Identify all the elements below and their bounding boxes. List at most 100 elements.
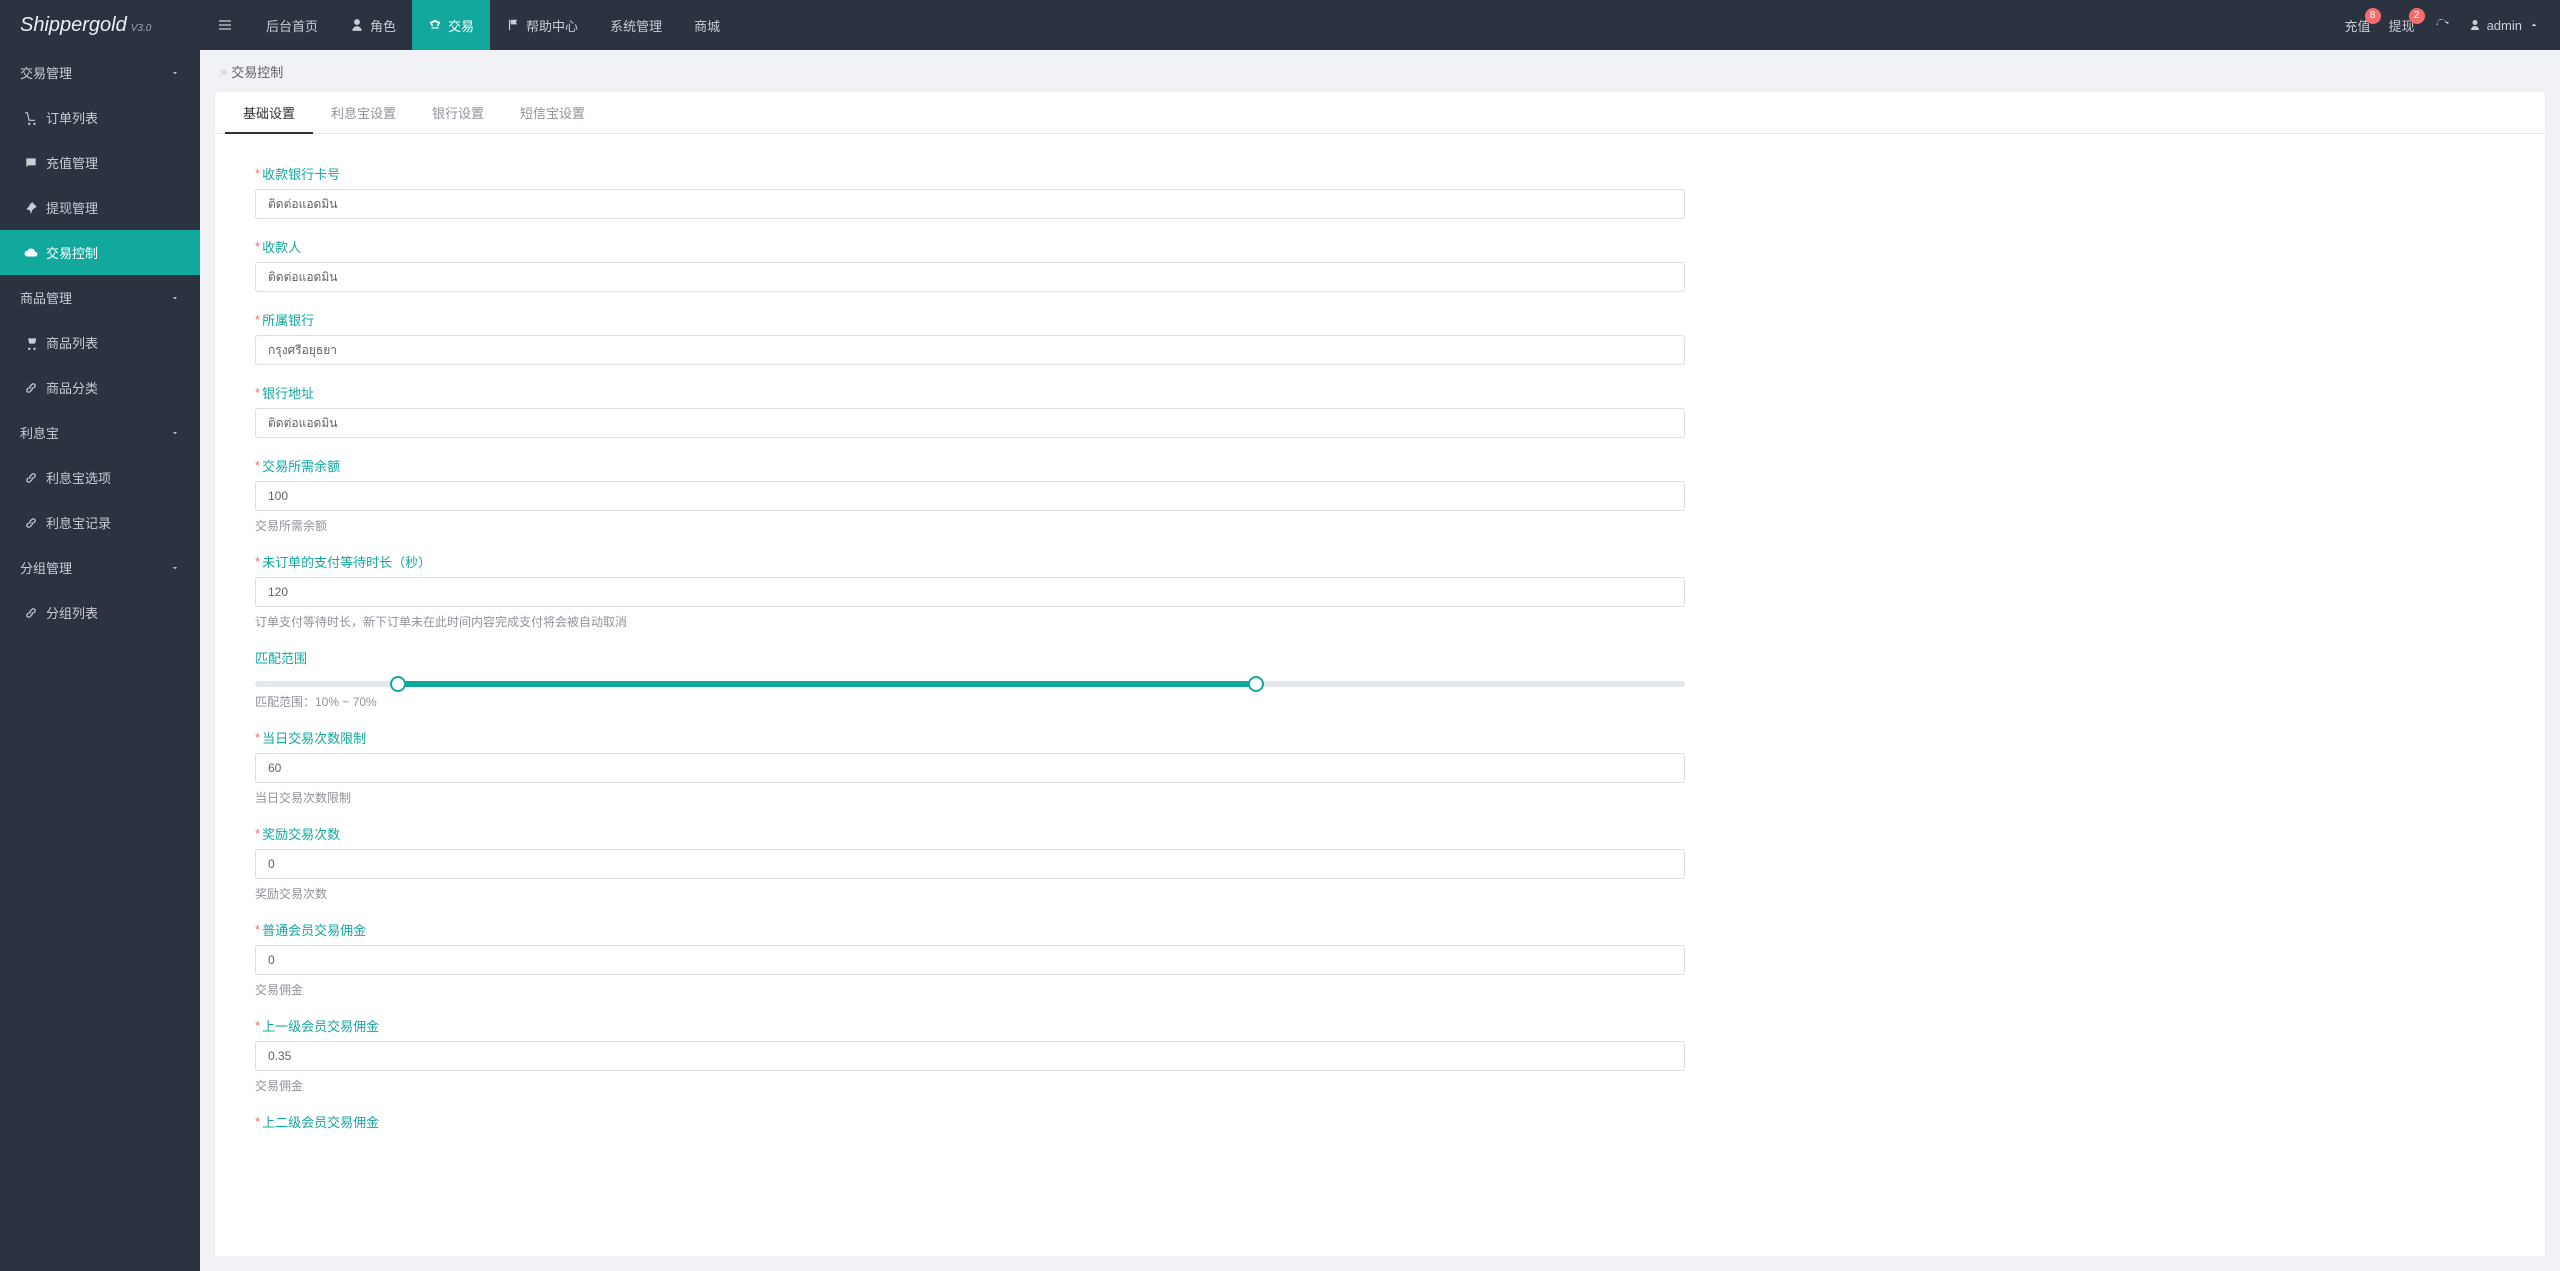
top-menu-system[interactable]: 系统管理 <box>594 0 678 50</box>
chevron-down-icon <box>170 68 180 78</box>
field-min-balance: *交易所需余额 交易所需余额 <box>255 456 1685 534</box>
field-tip: 匹配范围：10% ~ 70% <box>255 693 1685 710</box>
form-scroll[interactable]: *收款银行卡号 *收款人 *所属银行 *银行地址 *交易所需余额 交易所需余额 <box>215 134 2545 1256</box>
chevron-down-icon <box>170 563 180 573</box>
slider-bar <box>398 681 1256 687</box>
sidebar-group-interest: 利息宝 利息宝选项 利息宝记录 <box>0 410 200 545</box>
field-wait-sec: *未订单的支付等待时长（秒） 订单支付等待时长，新下订单未在此时间内容完成支付将… <box>255 552 1685 630</box>
field-day-limit: *当日交易次数限制 当日交易次数限制 <box>255 728 1685 806</box>
content-card: 基础设置 利息宝设置 银行设置 短信宝设置 *收款银行卡号 *收款人 *所属银行… <box>214 91 2546 1257</box>
cart-icon <box>24 111 38 125</box>
bank-input[interactable] <box>255 335 1685 365</box>
tab-sms[interactable]: 短信宝设置 <box>502 92 603 133</box>
bank-card-input[interactable] <box>255 189 1685 219</box>
payee-input[interactable] <box>255 262 1685 292</box>
nav-withdraw-badge: 2 <box>2409 8 2425 24</box>
field-label: *未订单的支付等待时长（秒） <box>255 552 1685 571</box>
nav-refresh-button[interactable] <box>2433 16 2451 34</box>
sidebar-item-orders[interactable]: 订单列表 <box>0 95 200 140</box>
menu-fold-icon <box>217 17 233 33</box>
sidebar-item-interest-records[interactable]: 利息宝记录 <box>0 500 200 545</box>
sidebar-item-label: 商品分类 <box>46 378 98 397</box>
sidebar-group-title[interactable]: 分组管理 <box>0 545 200 590</box>
field-bonus-cnt: *奖励交易次数 奖励交易次数 <box>255 824 1685 902</box>
field-label: 匹配范围 <box>255 648 1685 667</box>
field-tip: 订单支付等待时长，新下订单未在此时间内容完成支付将会被自动取消 <box>255 613 1685 630</box>
slider-handle-max[interactable] <box>1248 676 1264 692</box>
field-payee: *收款人 <box>255 237 1685 292</box>
refresh-icon <box>2434 17 2450 33</box>
field-tip: 奖励交易次数 <box>255 885 1685 902</box>
field-label: *所属银行 <box>255 310 1685 329</box>
link-icon <box>24 471 38 485</box>
sidebar-item-label: 订单列表 <box>46 108 98 127</box>
bank-addr-input[interactable] <box>255 408 1685 438</box>
flag-icon <box>506 18 520 32</box>
min-balance-input[interactable] <box>255 481 1685 511</box>
sidebar-group-title[interactable]: 交易管理 <box>0 50 200 95</box>
sidebar-item-label: 利息宝选项 <box>46 468 111 487</box>
sidebar-item-trade-control[interactable]: 交易控制 <box>0 230 200 275</box>
tab-interest[interactable]: 利息宝设置 <box>313 92 414 133</box>
top-menu-role[interactable]: 角色 <box>334 0 412 50</box>
nav-withdraw-link[interactable]: 提现 2 <box>2389 16 2415 35</box>
normal-commission-input[interactable] <box>255 945 1685 975</box>
top-menu-home[interactable]: 后台首页 <box>250 0 334 50</box>
field-bank-addr: *银行地址 <box>255 383 1685 438</box>
sidebar-toggle-button[interactable] <box>200 0 250 50</box>
sidebar-item-label: 分组列表 <box>46 603 98 622</box>
lv1-commission-input[interactable] <box>255 1041 1685 1071</box>
sidebar-group-trade: 交易管理 订单列表 充值管理 提现管理 交易控制 <box>0 50 200 275</box>
sidebar-group-label: 利息宝 <box>20 423 59 442</box>
sidebar-item-group-list[interactable]: 分组列表 <box>0 590 200 635</box>
tab-label: 基础设置 <box>243 103 295 122</box>
field-label: *当日交易次数限制 <box>255 728 1685 747</box>
pin-icon <box>24 201 38 215</box>
user-icon <box>350 18 364 32</box>
field-tip: 交易佣金 <box>255 1077 1685 1094</box>
field-tip: 交易所需余额 <box>255 517 1685 534</box>
cart-icon <box>24 336 38 350</box>
top-menu-mall[interactable]: 商城 <box>678 0 736 50</box>
chat-icon <box>24 156 38 170</box>
chevron-down-icon <box>2528 19 2540 31</box>
sidebar-group-title[interactable]: 利息宝 <box>0 410 200 455</box>
link-icon <box>24 606 38 620</box>
nav-recharge-link[interactable]: 充值 8 <box>2345 16 2371 35</box>
sidebar-group-title[interactable]: 商品管理 <box>0 275 200 320</box>
top-menu-label: 后台首页 <box>266 16 318 35</box>
nav-user-name: admin <box>2487 18 2522 33</box>
top-menu-label: 系统管理 <box>610 16 662 35</box>
sidebar-item-withdraw[interactable]: 提现管理 <box>0 185 200 230</box>
field-label: *普通会员交易佣金 <box>255 920 1685 939</box>
field-normal-commission: *普通会员交易佣金 交易佣金 <box>255 920 1685 998</box>
range-slider[interactable] <box>255 681 1685 687</box>
top-menu-trade[interactable]: 交易 <box>412 0 490 50</box>
sidebar-item-label: 交易控制 <box>46 243 98 262</box>
top-menu-label: 交易 <box>448 16 474 35</box>
breadcrumb-sep: » <box>220 64 227 79</box>
top-menu-help[interactable]: 帮助中心 <box>490 0 594 50</box>
field-bank: *所属银行 <box>255 310 1685 365</box>
sidebar-group-label: 商品管理 <box>20 288 72 307</box>
nav-right: 充值 8 提现 2 admin <box>2345 0 2560 50</box>
sidebar-item-interest-options[interactable]: 利息宝选项 <box>0 455 200 500</box>
link-icon <box>24 381 38 395</box>
tab-basic[interactable]: 基础设置 <box>225 92 313 133</box>
bonus-cnt-input[interactable] <box>255 849 1685 879</box>
tab-bank[interactable]: 银行设置 <box>414 92 502 133</box>
sidebar-item-goods-list[interactable]: 商品列表 <box>0 320 200 365</box>
field-label: *交易所需余额 <box>255 456 1685 475</box>
sidebar-item-goods-category[interactable]: 商品分类 <box>0 365 200 410</box>
slider-handle-min[interactable] <box>390 676 406 692</box>
sidebar-item-recharge[interactable]: 充值管理 <box>0 140 200 185</box>
day-limit-input[interactable] <box>255 753 1685 783</box>
field-range: 匹配范围 匹配范围：10% ~ 70% <box>255 648 1685 710</box>
sidebar-group-groups: 分组管理 分组列表 <box>0 545 200 635</box>
nav-user-dropdown[interactable]: admin <box>2469 18 2540 33</box>
main-area: » 交易控制 基础设置 利息宝设置 银行设置 短信宝设置 *收款银行卡号 *收款… <box>200 50 2560 1271</box>
field-label: *奖励交易次数 <box>255 824 1685 843</box>
brand-version: V3.0 <box>131 23 152 34</box>
chevron-down-icon <box>170 293 180 303</box>
wait-sec-input[interactable] <box>255 577 1685 607</box>
